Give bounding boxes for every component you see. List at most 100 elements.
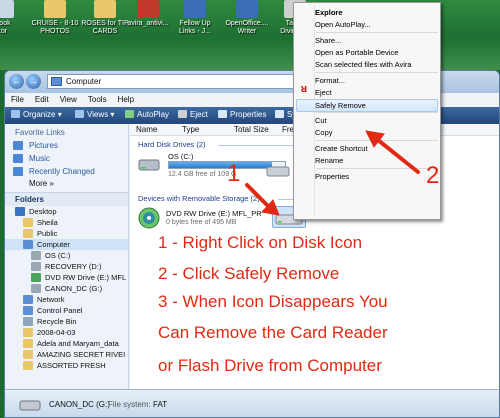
system-icon [275,110,284,118]
tree-item-label: Desktop [29,207,57,216]
folder-icon [23,361,33,370]
folder-icon [31,273,41,282]
views-button[interactable]: Views ▾ [75,110,114,119]
tree-item[interactable]: Computer [5,239,128,250]
removable-group-header[interactable]: Devices with Removable Storage (2) [138,194,260,203]
menu-item-properties[interactable]: Properties [315,171,349,183]
tree-item-label: Computer [37,240,70,249]
favorite-link-label: Music [29,154,50,163]
desktop-file-icon [44,0,66,18]
hard-disk-group-header[interactable]: Hard Disk Drives (2) [138,140,206,149]
folder-icon [23,350,33,359]
desktop-file-icon [236,0,258,18]
tree-item[interactable]: Network [5,294,128,305]
favorite-link[interactable]: Recently Changed [5,165,128,178]
desktop-icon[interactable]: Fellow Up Links - J... [168,0,222,36]
menu-tools[interactable]: Tools [82,93,112,104]
folder-icon [31,262,41,271]
menu-item-open-as-portable-device[interactable]: Open as Portable Device [315,47,398,59]
instruction-line-5: or Flash Drive from Computer [158,356,382,375]
folders-header[interactable]: Folders [5,192,128,206]
desktop-icon[interactable]: book tor [0,0,30,36]
menu-item-share[interactable]: Share... [315,35,341,47]
tree-item[interactable]: Desktop [5,206,128,217]
tree-item[interactable]: 2008-04-03 [5,327,128,338]
autoplay-icon [125,110,134,118]
folder-icon [31,251,41,260]
menu-item-copy[interactable]: Copy [315,127,333,139]
menu-separator [316,32,438,33]
menu-item-format[interactable]: Format... [315,75,345,87]
tree-item-label: CANON_DC (G:) [45,284,103,293]
eject-icon [178,110,187,118]
autoplay-button[interactable]: AutoPlay [125,110,169,119]
desktop-icon[interactable]: avira_antivi... [121,0,175,28]
tree-item[interactable]: Control Panel [5,305,128,316]
tree-item[interactable]: Public [5,228,128,239]
favorite-link-label: Recently Changed [29,167,95,176]
desktop-file-icon [137,0,159,18]
properties-button[interactable]: Properties [218,110,266,119]
menu-separator [316,168,438,169]
navigation-pane: Favorite Links Pictures Music Recently Cha… [5,124,129,389]
avira-umbrella-icon: ᴚ [300,83,308,95]
favorite-link[interactable]: Pictures [5,139,128,152]
desktop-icon[interactable]: CRUISE - 8-10 PHOTOS [28,0,82,36]
recovery-drive-icon[interactable] [266,164,290,178]
folder-icon [23,339,33,348]
menu-help[interactable]: Help [112,93,139,104]
menu-edit[interactable]: Edit [29,93,54,104]
menu-file[interactable]: File [5,93,29,104]
os-usage-fill [169,162,273,168]
menu-view[interactable]: View [54,93,82,104]
menu-item-safely-remove[interactable]: Safely Remove [296,99,438,112]
menu-item-scan-selected-files-with-avira[interactable]: Scan selected files with Avira [315,59,412,71]
tree-item[interactable]: ASSORTED FRESH [5,360,128,371]
tree-item[interactable]: OS (C:) [5,250,128,261]
eject-button[interactable]: Eject [178,110,208,119]
tree-item-label: Control Panel [37,306,83,315]
menu-item-explore[interactable]: Explore [315,7,343,19]
menu-item-rename[interactable]: Rename [315,155,343,167]
favorite-link[interactable]: Music [5,152,128,165]
group-divider [218,145,298,146]
tree-item[interactable]: RECOVERY (D:) [5,261,128,272]
desktop-icon-label: book tor [0,20,11,35]
menu-separator [316,112,438,113]
desktop-icon[interactable]: OpenOffice.... Writer [220,0,274,36]
back-icon[interactable]: ← [9,74,24,89]
address-text: Computer [66,77,102,86]
tree-item[interactable]: CANON_DC (G:) [5,283,128,294]
tree-item[interactable]: AMAZING SECRET RIVEI [5,349,128,360]
tree-item-label: DVD RW Drive (E:) MFL [45,273,127,282]
forward-icon[interactable]: → [26,74,41,89]
folder-icon [23,229,33,238]
desktop-file-icon [94,0,116,18]
tree-item-label: RECOVERY (D:) [45,262,102,271]
organize-button[interactable]: Organize ▾ [11,110,62,119]
menu-item-create-shortcut[interactable]: Create Shortcut [315,143,368,155]
tree-item[interactable]: DVD RW Drive (E:) MFL [5,272,128,283]
tree-item[interactable]: Sheila [5,217,128,228]
favorite-links-header: Favorite Links [15,128,65,137]
tree-item-label: Recycle Bin [37,317,77,326]
more-link[interactable]: More » [5,178,128,190]
folder-icon [31,284,41,293]
menu-item-open-autoplay[interactable]: Open AutoPlay... [315,19,371,31]
folder-tree: Desktop Sheila Public Computer OS (C:) RECOVE… [5,206,128,371]
column-total-size[interactable]: Total Size [234,125,269,134]
instruction-line-4: Can Remove the Card Reader [158,323,388,342]
folder-icon [23,240,33,249]
menu-item-eject[interactable]: Eject [315,87,332,99]
tree-item[interactable]: Recycle Bin [5,316,128,327]
menu-item-cut[interactable]: Cut [315,115,327,127]
folder-icon [13,154,23,163]
favorite-link-label: Pictures [29,141,58,150]
desktop-icon-label: Fellow Up Links - J... [179,20,211,35]
column-name[interactable]: Name [136,125,157,134]
tree-item[interactable]: Adela and Maryam_data [5,338,128,349]
column-type[interactable]: Type [182,125,199,134]
os-drive-label: OS (C:) [168,152,194,161]
dvd-drive-item[interactable]: DVD RW Drive (E:) MFL_PR 0 bytes free of… [138,207,268,233]
folder-icon [23,306,33,315]
